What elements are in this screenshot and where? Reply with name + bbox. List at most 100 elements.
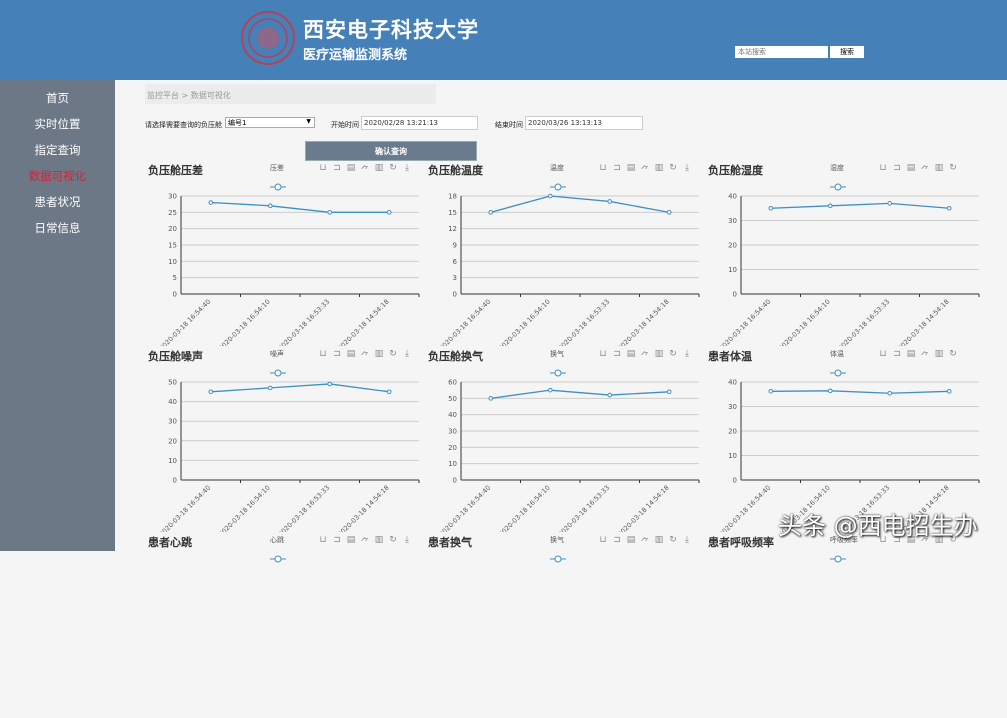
search-input[interactable] bbox=[735, 46, 828, 58]
sidebar-item-daily-info[interactable]: 日常信息 bbox=[0, 220, 115, 236]
zoom-icon[interactable]: ⊔ bbox=[598, 349, 608, 362]
bar-chart-icon[interactable]: ▥ bbox=[654, 349, 664, 362]
download-icon[interactable]: ⤓ bbox=[402, 349, 412, 362]
x-tick-label: 2020-03-18 16:54:10 bbox=[497, 484, 551, 532]
bar-chart-icon[interactable]: ▥ bbox=[374, 349, 384, 362]
end-time-input[interactable] bbox=[525, 116, 643, 130]
search-button[interactable]: 搜索 bbox=[830, 46, 864, 58]
zoom-reset-icon[interactable]: ⊐ bbox=[612, 535, 622, 548]
data-point bbox=[768, 389, 774, 394]
data-view-icon[interactable]: ▤ bbox=[906, 163, 916, 176]
zoom-icon[interactable]: ⊔ bbox=[878, 349, 888, 362]
chart-legend[interactable]: 湿度 bbox=[830, 163, 846, 191]
chart-panel: 负压舱温度 温度 ⊔ ⊐ ▤ ⺈ ▥ ↻ ⤓ 0 3 6 9 12 15 18 2020-03-18 16:5… bbox=[420, 160, 700, 346]
y-tick-label: 0 bbox=[733, 477, 737, 485]
chart-toolbox: ⊔ ⊐ ▤ ⺈ ▥ ↻ ⤓ bbox=[318, 349, 412, 362]
restore-icon[interactable]: ↻ bbox=[668, 535, 678, 548]
zoom-icon[interactable]: ⊔ bbox=[318, 535, 328, 548]
sidebar-item-data-visualization[interactable]: 数据可视化 bbox=[0, 168, 115, 184]
data-view-icon[interactable]: ▤ bbox=[626, 349, 636, 362]
chamber-select[interactable]: 编号1 ▼ bbox=[225, 117, 315, 128]
zoom-icon[interactable]: ⊔ bbox=[318, 349, 328, 362]
x-tick-label: 2020-03-18 16:54:10 bbox=[777, 298, 831, 346]
zoom-reset-icon[interactable]: ⊐ bbox=[332, 349, 342, 362]
chart-toolbox: ⊔ ⊐ ▤ ⺈ ▥ ↻ bbox=[878, 349, 958, 362]
bar-chart-icon[interactable]: ▥ bbox=[654, 535, 664, 548]
data-point bbox=[666, 389, 672, 395]
chart-legend[interactable]: 体温 bbox=[830, 349, 846, 377]
line-chart-icon[interactable]: ⺈ bbox=[360, 535, 370, 548]
zoom-reset-icon[interactable]: ⊐ bbox=[612, 349, 622, 362]
series-line bbox=[210, 201, 390, 213]
restore-icon[interactable]: ↻ bbox=[668, 163, 678, 176]
bar-chart-icon[interactable]: ▥ bbox=[374, 163, 384, 176]
legend-line-icon bbox=[270, 555, 286, 563]
line-chart-icon[interactable]: ⺈ bbox=[920, 349, 930, 362]
start-time-input[interactable] bbox=[361, 116, 478, 130]
bar-chart-icon[interactable]: ▥ bbox=[934, 163, 944, 176]
sidebar-item-realtime-location[interactable]: 实时位置 bbox=[0, 116, 115, 132]
restore-icon[interactable]: ↻ bbox=[388, 535, 398, 548]
line-chart: 01020304050602020-03-18 16:54:40 2020-03-… bbox=[438, 379, 700, 532]
data-view-icon[interactable]: ▤ bbox=[906, 349, 916, 362]
chart-legend[interactable]: 噪声 bbox=[270, 349, 286, 377]
y-tick-label: 20 bbox=[168, 437, 177, 445]
y-tick-label: 20 bbox=[168, 225, 177, 233]
download-icon[interactable]: ⤓ bbox=[402, 535, 412, 548]
x-tick-label: 2020-03-18 16:54:40 bbox=[718, 298, 772, 346]
chart-legend[interactable]: 压差 bbox=[270, 163, 286, 191]
zoom-reset-icon[interactable]: ⊐ bbox=[892, 163, 902, 176]
data-view-icon[interactable]: ▤ bbox=[346, 535, 356, 548]
zoom-reset-icon[interactable]: ⊐ bbox=[332, 163, 342, 176]
chart-legend[interactable]: 心跳 bbox=[270, 535, 286, 563]
line-chart-icon[interactable]: ⺈ bbox=[360, 163, 370, 176]
line-chart-icon[interactable]: ⺈ bbox=[640, 535, 650, 548]
zoom-icon[interactable]: ⊔ bbox=[598, 535, 608, 548]
line-chart-icon[interactable]: ⺈ bbox=[920, 163, 930, 176]
zoom-icon[interactable]: ⊔ bbox=[878, 163, 888, 176]
data-view-icon[interactable]: ▤ bbox=[626, 163, 636, 176]
bar-chart-icon[interactable]: ▥ bbox=[654, 163, 664, 176]
bar-chart-icon[interactable]: ▥ bbox=[374, 535, 384, 548]
chart-legend[interactable]: 温度 bbox=[550, 163, 566, 191]
y-tick-label: 40 bbox=[728, 379, 737, 387]
restore-icon[interactable]: ↻ bbox=[388, 349, 398, 362]
sidebar-item-query[interactable]: 指定查询 bbox=[0, 142, 115, 158]
download-icon[interactable]: ⤓ bbox=[682, 349, 692, 362]
download-icon[interactable]: ⤓ bbox=[682, 535, 692, 548]
zoom-reset-icon[interactable]: ⊐ bbox=[892, 349, 902, 362]
data-point bbox=[768, 205, 774, 211]
zoom-reset-icon[interactable]: ⊐ bbox=[332, 535, 342, 548]
y-tick-label: 30 bbox=[728, 217, 737, 225]
restore-icon[interactable]: ↻ bbox=[948, 163, 958, 176]
bar-chart-icon[interactable]: ▥ bbox=[934, 349, 944, 362]
sidebar-item-patient-status[interactable]: 患者状况 bbox=[0, 194, 115, 210]
chart-title: 负压舱噪声 bbox=[148, 350, 203, 363]
restore-icon[interactable]: ↻ bbox=[668, 349, 678, 362]
line-chart-icon[interactable]: ⺈ bbox=[640, 163, 650, 176]
university-logo bbox=[241, 11, 295, 65]
chart-legend[interactable]: 换气 bbox=[550, 349, 566, 377]
y-tick-label: 10 bbox=[448, 460, 457, 468]
restore-icon[interactable]: ↻ bbox=[388, 163, 398, 176]
line-chart-icon[interactable]: ⺈ bbox=[360, 349, 370, 362]
line-chart-icon[interactable]: ⺈ bbox=[640, 349, 650, 362]
data-point bbox=[267, 385, 273, 391]
zoom-icon[interactable]: ⊔ bbox=[598, 163, 608, 176]
site-subtitle: 医疗运输监测系统 bbox=[303, 48, 408, 63]
download-icon[interactable]: ⤓ bbox=[402, 163, 412, 176]
zoom-reset-icon[interactable]: ⊐ bbox=[612, 163, 622, 176]
chart-legend[interactable]: 换气 bbox=[550, 535, 566, 563]
restore-icon[interactable]: ↻ bbox=[948, 349, 958, 362]
data-point bbox=[386, 210, 392, 215]
legend-label: 压差 bbox=[270, 164, 284, 172]
data-view-icon[interactable]: ▤ bbox=[346, 163, 356, 176]
data-view-icon[interactable]: ▤ bbox=[346, 349, 356, 362]
data-point bbox=[488, 210, 494, 215]
confirm-query-button[interactable]: 确认查询 bbox=[305, 141, 477, 161]
download-icon[interactable]: ⤓ bbox=[682, 163, 692, 176]
data-view-icon[interactable]: ▤ bbox=[626, 535, 636, 548]
zoom-icon[interactable]: ⊔ bbox=[318, 163, 328, 176]
sidebar-item-home[interactable]: 首页 bbox=[0, 90, 115, 106]
header: 西安电子科技大学 医疗运输监测系统 搜索 bbox=[0, 0, 1007, 80]
